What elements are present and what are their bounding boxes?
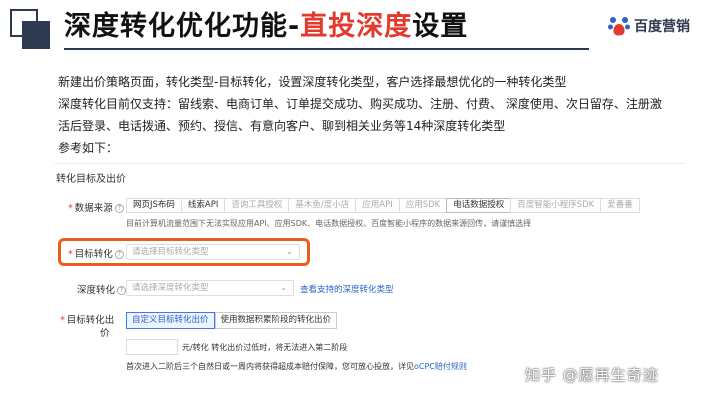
target-bid-label: * 目标转化出 价: [60, 315, 115, 339]
data-source-tabs: 网页JS布码 线索API 咨询工具授权 基木鱼/度小店 应用API 应用SDK …: [126, 198, 640, 213]
intro-line: 深度转化目前仅支持：留线索、电商订单、订单提交成功、购买成功、注册、付费、 深度…: [58, 97, 662, 111]
target-conversion-label: * 目标转化?: [68, 246, 124, 260]
tab-consult-tool[interactable]: 咨询工具授权: [224, 198, 290, 213]
bid-unit-hint: 元/转化 转化出价过低时，将无法进入第二阶段: [182, 343, 348, 352]
chevron-down-icon: ⌄: [280, 283, 287, 292]
bid-price-input[interactable]: [126, 339, 178, 355]
help-icon[interactable]: ?: [114, 204, 124, 213]
title-highlight: 直投深度: [300, 11, 413, 42]
tab-phone-data[interactable]: 电话数据授权: [446, 198, 512, 213]
data-source-label: * 数据来源?: [68, 200, 124, 214]
select-placeholder: 请选择目标转化类型: [132, 247, 209, 257]
deep-conversion-select[interactable]: 请选择深度转化类型 ⌄: [126, 280, 294, 296]
slide-title: 深度转化优化功能-直投深度设置: [64, 9, 468, 45]
baidu-paw-icon: [608, 17, 630, 36]
tab-mini-program-sdk[interactable]: 百度智能小程序SDK: [510, 198, 602, 213]
intro-text: 新建出价策略页面，转化类型-目标转化，设置深度转化类型，客户选择最想优化的一种转…: [58, 71, 698, 159]
tab-jimuyu[interactable]: 基木鱼/度小店: [288, 198, 357, 213]
accumulated-bid-button[interactable]: 使用数据积累阶段的转化出价: [214, 312, 338, 329]
chevron-down-icon: ⌄: [286, 247, 293, 256]
title-decoration-icon: [10, 9, 50, 49]
section-title: 转化目标及出价: [56, 174, 126, 185]
brand-logo: 百度营销: [607, 12, 690, 40]
help-icon[interactable]: ?: [117, 286, 127, 295]
help-icon[interactable]: ?: [114, 250, 124, 259]
data-source-hint: 目前计算机流量范围下无法实现应用API、应用SDK、电话数据授权、百度智能小程序…: [126, 219, 532, 228]
compensation-note: 首次进入二阶后三个自然日或一周内将获得超成本赔付保障，您可放心投放，详见oCPC…: [126, 362, 467, 371]
tab-lead-api[interactable]: 线索API: [180, 198, 226, 213]
target-conversion-select[interactable]: 请选择目标转化类型 ⌄: [126, 244, 300, 260]
watermark: 知乎 @愿再生奇迹: [525, 366, 659, 384]
intro-line: 参考如下：: [58, 141, 119, 155]
brand-name: 百度营销: [634, 19, 690, 35]
tab-aifanfan[interactable]: 爱番番: [600, 198, 640, 213]
select-placeholder: 请选择深度转化类型: [132, 283, 209, 293]
ocpc-rules-link[interactable]: oCPC赔付规则: [414, 362, 467, 371]
title-prefix: 深度转化优化功能-: [64, 11, 301, 42]
bid-mode-toggle: 自定义目标转化出价 使用数据积累阶段的转化出价: [126, 312, 338, 329]
custom-bid-button[interactable]: 自定义目标转化出价: [126, 312, 215, 329]
conversion-settings-panel: 转化目标及出价 * 数据来源? 网页JS布码 线索API 咨询工具授权 基木鱼/度…: [54, 163, 686, 393]
title-suffix: 设置: [412, 11, 469, 42]
tab-app-sdk[interactable]: 应用SDK: [398, 198, 448, 213]
tab-web-js[interactable]: 网页JS布码: [126, 198, 182, 213]
deep-conversion-label: 深度转化?: [77, 282, 127, 296]
supported-deep-types-link[interactable]: 查看支持的深度转化类型: [300, 283, 394, 295]
intro-line: 活后登录、电话拨通、预约、授信、有意向客户、聊到相关业务等14种深度转化类型: [58, 119, 506, 133]
tab-app-api[interactable]: 应用API: [355, 198, 400, 213]
intro-line: 新建出价策略页面，转化类型-目标转化，设置深度转化类型，客户选择最想优化的一种转…: [58, 75, 567, 89]
title-underline: [64, 48, 589, 50]
